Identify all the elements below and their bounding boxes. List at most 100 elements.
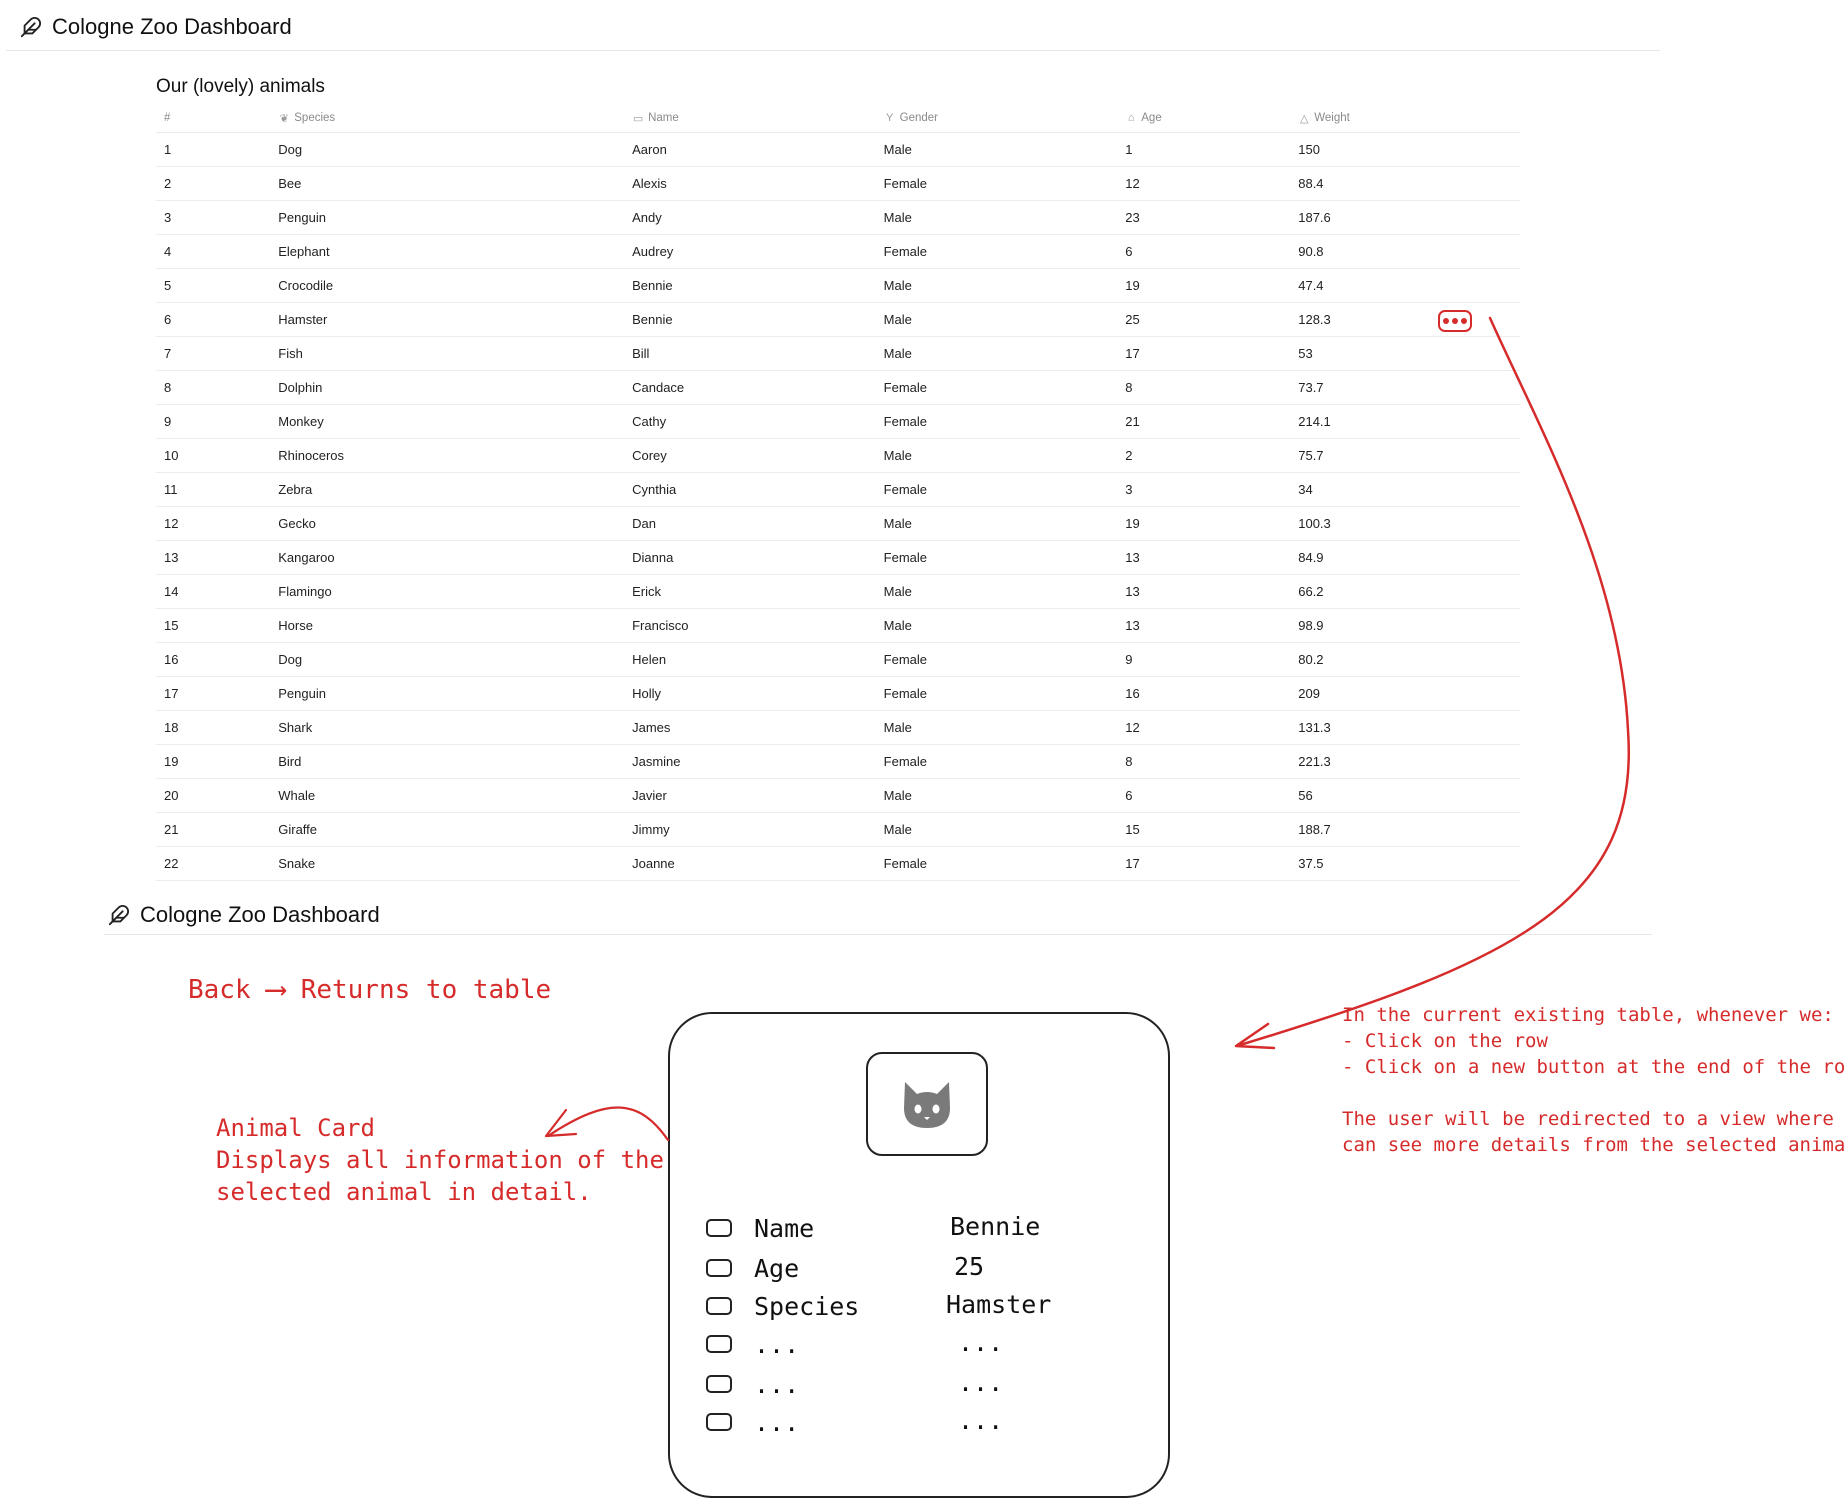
cell-actions (1430, 778, 1520, 813)
cell-age: 12 (1125, 166, 1299, 201)
cell-num: 13 (156, 540, 279, 575)
cell-num: 1 (156, 132, 279, 167)
cell-species: Rhinoceros (278, 438, 633, 473)
cell-weight: 53 (1298, 336, 1431, 371)
column-header-name[interactable]: ▭ Name (632, 104, 884, 133)
cell-weight: 37.5 (1298, 846, 1431, 881)
table-row[interactable]: 1 Dog Aaron Male 1 150 (156, 132, 1520, 167)
cell-actions (1430, 642, 1520, 677)
cell-species: Zebra (278, 472, 633, 507)
cell-weight: 73.7 (1298, 370, 1431, 405)
cell-num: 7 (156, 336, 279, 371)
cell-age: 19 (1125, 268, 1299, 303)
cell-gender: Male (883, 336, 1126, 371)
table-row[interactable]: 21 Giraffe Jimmy Male 15 188.7 (156, 812, 1520, 847)
column-header-weight[interactable]: △ Weight (1298, 104, 1431, 133)
table-row[interactable]: 5 Crocodile Bennie Male 19 47.4 (156, 268, 1520, 303)
card-field-value: 25 (954, 1252, 985, 1281)
cell-age: 23 (1125, 200, 1299, 235)
cell-name: Erick (632, 574, 884, 609)
feather-icon (108, 904, 130, 926)
cell-gender: Male (883, 438, 1126, 473)
more-dots-icon (1443, 318, 1449, 324)
cell-age: 17 (1125, 846, 1299, 881)
table-row[interactable]: 14 Flamingo Erick Male 13 66.2 (156, 574, 1520, 609)
table-row[interactable]: 12 Gecko Dan Male 19 100.3 (156, 506, 1520, 541)
gender-icon: Y (885, 112, 894, 124)
cell-num: 4 (156, 234, 279, 269)
card-field-value: ... (958, 1368, 1004, 1397)
table-row[interactable]: 18 Shark James Male 12 131.3 (156, 710, 1520, 745)
cell-num: 15 (156, 608, 279, 643)
cell-num: 17 (156, 676, 279, 711)
card-field-label: Age (754, 1253, 800, 1283)
cell-actions (1430, 166, 1520, 201)
table-row[interactable]: 2 Bee Alexis Female 12 88.4 (156, 166, 1520, 201)
table-row[interactable]: 7 Fish Bill Male 17 53 (156, 336, 1520, 371)
cell-actions (1430, 608, 1520, 643)
cell-name: Bennie (632, 268, 884, 303)
cell-num: 18 (156, 710, 279, 745)
animal-avatar (866, 1052, 988, 1156)
table-row[interactable]: 20 Whale Javier Male 6 56 (156, 778, 1520, 813)
cell-gender: Male (883, 710, 1126, 745)
table-row[interactable]: 22 Snake Joanne Female 17 37.5 (156, 846, 1520, 881)
cell-age: 1 (1125, 132, 1299, 167)
column-header-age[interactable]: ⌂ Age (1125, 104, 1299, 133)
card-field-row: ... (706, 1364, 799, 1404)
table-row[interactable]: 9 Monkey Cathy Female 21 214.1 (156, 404, 1520, 439)
table-row[interactable]: 10 Rhinoceros Corey Male 2 75.7 (156, 438, 1520, 473)
field-checkbox-icon (706, 1219, 732, 1237)
back-annotation: Back ⟶ Returns to table (188, 972, 551, 1007)
back-button[interactable]: Back (188, 975, 251, 1005)
column-header-species[interactable]: ❦ Species (278, 104, 633, 133)
card-field-row: Name (706, 1208, 814, 1248)
cat-icon (904, 1082, 950, 1128)
cell-num: 22 (156, 846, 279, 881)
cake-icon: ⌂ (1127, 112, 1135, 124)
cell-actions (1430, 506, 1520, 541)
cell-weight: 84.9 (1298, 540, 1431, 575)
cell-weight: 188.7 (1298, 812, 1431, 847)
cell-num: 14 (156, 574, 279, 609)
cell-age: 13 (1125, 608, 1299, 643)
cell-gender: Male (883, 812, 1126, 847)
cell-actions (1430, 574, 1520, 609)
column-header-num[interactable]: # (156, 104, 279, 133)
column-header-gender[interactable]: Y Gender (883, 104, 1126, 133)
cell-weight: 128.3 (1298, 302, 1431, 337)
field-checkbox-icon (706, 1335, 732, 1353)
table-row[interactable]: 6 Hamster Bennie Male 25 128.3 (156, 302, 1520, 337)
cell-species: Fish (278, 336, 633, 371)
table-row[interactable]: 15 Horse Francisco Male 13 98.9 (156, 608, 1520, 643)
table-row[interactable]: 8 Dolphin Candace Female 8 73.7 (156, 370, 1520, 405)
cell-actions (1430, 438, 1520, 473)
field-checkbox-icon (706, 1297, 732, 1315)
cell-age: 16 (1125, 676, 1299, 711)
cell-age: 6 (1125, 778, 1299, 813)
table-row[interactable]: 4 Elephant Audrey Female 6 90.8 (156, 234, 1520, 269)
cell-species: Dolphin (278, 370, 633, 405)
table-row[interactable]: 19 Bird Jasmine Female 8 221.3 (156, 744, 1520, 779)
animals-table: # ❦ Species ▭ Name Y Gender ⌂ Age △ Weight 1D… (156, 104, 1520, 881)
arrow-right-icon: ⟶ (266, 972, 285, 1007)
table-row[interactable]: 16 Dog Helen Female 9 80.2 (156, 642, 1520, 677)
table-row[interactable]: 17 Penguin Holly Female 16 209 (156, 676, 1520, 711)
cell-weight: 34 (1298, 472, 1431, 507)
cell-name: Audrey (632, 234, 884, 269)
table-row[interactable]: 11 Zebra Cynthia Female 3 34 (156, 472, 1520, 507)
table-row[interactable]: 3 Penguin Andy Male 23 187.6 (156, 200, 1520, 235)
cell-num: 16 (156, 642, 279, 677)
cell-species: Penguin (278, 676, 633, 711)
cell-species: Bird (278, 744, 633, 779)
cell-weight: 98.9 (1298, 608, 1431, 643)
table-row[interactable]: 13 Kangaroo Dianna Female 13 84.9 (156, 540, 1520, 575)
cell-gender: Male (883, 574, 1126, 609)
cell-gender: Female (883, 472, 1126, 507)
cell-name: Alexis (632, 166, 884, 201)
cell-name: Bennie (632, 302, 884, 337)
cell-gender: Female (883, 166, 1126, 201)
row-details-button[interactable] (1438, 310, 1472, 332)
cell-species: Dog (278, 132, 633, 167)
cell-weight: 209 (1298, 676, 1431, 711)
